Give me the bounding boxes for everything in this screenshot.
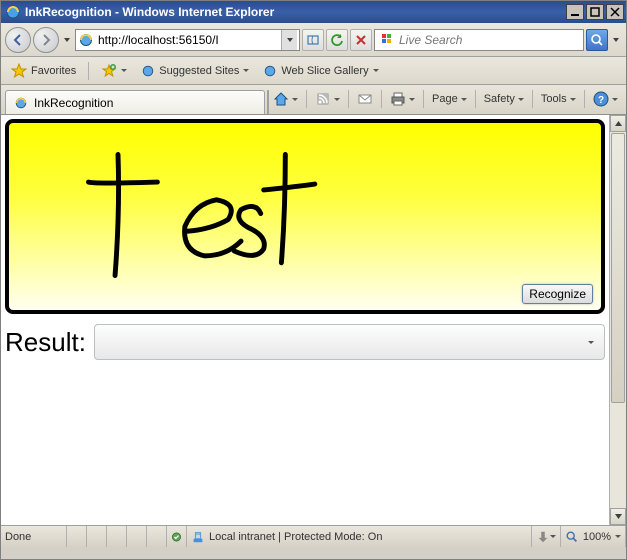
- status-pane-2: [87, 526, 107, 547]
- favorites-button[interactable]: Favorites: [7, 61, 80, 81]
- home-button[interactable]: [269, 88, 302, 110]
- page-menu[interactable]: Page: [428, 88, 471, 110]
- navigation-bar: [1, 23, 626, 57]
- separator: [423, 90, 424, 108]
- web-slice-link[interactable]: Web Slice Gallery: [259, 62, 382, 80]
- suggested-sites-link[interactable]: Suggested Sites: [137, 62, 253, 80]
- status-bar: Done Local intranet | Protected Mode: On…: [1, 525, 626, 547]
- stop-button[interactable]: [350, 29, 372, 51]
- add-to-favorites-button[interactable]: [97, 61, 131, 81]
- feeds-button[interactable]: [311, 88, 344, 110]
- page-content: Recognize Result:: [1, 115, 626, 525]
- separator: [88, 62, 89, 80]
- tab-label: InkRecognition: [34, 96, 113, 110]
- chevron-down-icon: [292, 98, 298, 101]
- separator: [306, 90, 307, 108]
- zone-label: Local intranet | Protected Mode: On: [209, 531, 382, 543]
- ie-icon: [5, 4, 21, 20]
- favorites-label: Favorites: [31, 65, 76, 77]
- search-provider-icon: [379, 32, 395, 48]
- ink-canvas[interactable]: Recognize: [5, 119, 605, 314]
- chevron-down-icon: [612, 98, 618, 101]
- security-zone[interactable]: Local intranet | Protected Mode: On: [187, 526, 532, 547]
- separator: [348, 90, 349, 108]
- svg-text:?: ?: [598, 95, 604, 106]
- zoom-control[interactable]: 100%: [561, 526, 626, 547]
- tab-command-bar: InkRecognition Page Safety: [1, 85, 626, 115]
- window-title: InkRecognition - Windows Internet Explor…: [25, 5, 564, 19]
- separator: [381, 90, 382, 108]
- back-button[interactable]: [5, 27, 31, 53]
- scroll-down-button[interactable]: [610, 508, 626, 525]
- address-dropdown[interactable]: [281, 30, 297, 50]
- page-icon: [78, 32, 94, 48]
- chevron-down-icon: [243, 69, 249, 72]
- favorites-bar: Favorites Suggested Sites Web Slice Gall…: [1, 57, 626, 85]
- chevron-down-icon: [588, 341, 594, 344]
- status-pane-4: [127, 526, 147, 547]
- mail-button[interactable]: [353, 88, 377, 110]
- chevron-down-icon: [409, 98, 415, 101]
- window-titlebar: InkRecognition - Windows Internet Explor…: [1, 1, 626, 23]
- result-label: Result:: [5, 327, 86, 358]
- separator: [532, 90, 533, 108]
- result-dropdown[interactable]: [94, 324, 605, 360]
- minimize-button[interactable]: [566, 4, 584, 20]
- chevron-down-icon: [570, 98, 576, 101]
- tools-label: Tools: [541, 93, 567, 105]
- command-bar: Page Safety Tools ?: [269, 84, 627, 114]
- safety-menu[interactable]: Safety: [480, 88, 528, 110]
- scroll-track[interactable]: [610, 404, 626, 508]
- chevron-down-icon: [373, 69, 379, 72]
- safety-label: Safety: [484, 93, 515, 105]
- address-bar[interactable]: [75, 29, 300, 51]
- separator: [584, 90, 585, 108]
- scroll-thumb[interactable]: [611, 133, 625, 403]
- search-go-button[interactable]: [586, 29, 608, 51]
- maximize-button[interactable]: [586, 4, 604, 20]
- compat-view-button[interactable]: [302, 29, 324, 51]
- chevron-down-icon: [550, 535, 556, 538]
- zone-dropdown[interactable]: [532, 526, 561, 547]
- status-pane-3: [107, 526, 127, 547]
- scroll-up-button[interactable]: [610, 115, 626, 132]
- popup-blocker-icon[interactable]: [167, 526, 187, 547]
- help-button[interactable]: ?: [589, 88, 622, 110]
- search-dropdown[interactable]: [610, 38, 622, 42]
- forward-button[interactable]: [33, 27, 59, 53]
- refresh-button[interactable]: [326, 29, 348, 51]
- chevron-down-icon: [461, 98, 467, 101]
- page-label: Page: [432, 93, 458, 105]
- suggested-sites-label: Suggested Sites: [159, 65, 239, 77]
- status-pane-5: [147, 526, 167, 547]
- vertical-scrollbar[interactable]: [609, 115, 626, 525]
- chevron-down-icon: [334, 98, 340, 101]
- ink-strokes: [9, 123, 601, 310]
- status-text: Done: [1, 526, 67, 547]
- chevron-down-icon: [518, 98, 524, 101]
- nav-history-dropdown[interactable]: [61, 38, 73, 42]
- tools-menu[interactable]: Tools: [537, 88, 580, 110]
- web-slice-label: Web Slice Gallery: [281, 65, 368, 77]
- close-button[interactable]: [606, 4, 624, 20]
- print-button[interactable]: [386, 88, 419, 110]
- search-box[interactable]: [374, 29, 584, 51]
- chevron-down-icon: [615, 535, 621, 538]
- status-pane-1: [67, 526, 87, 547]
- separator: [475, 90, 476, 108]
- url-input[interactable]: [98, 33, 281, 47]
- recognize-button[interactable]: Recognize: [522, 284, 593, 304]
- zoom-label: 100%: [583, 531, 611, 543]
- search-input[interactable]: [399, 33, 579, 47]
- chevron-down-icon: [121, 69, 127, 72]
- tab-inkrecognition[interactable]: InkRecognition: [5, 90, 265, 114]
